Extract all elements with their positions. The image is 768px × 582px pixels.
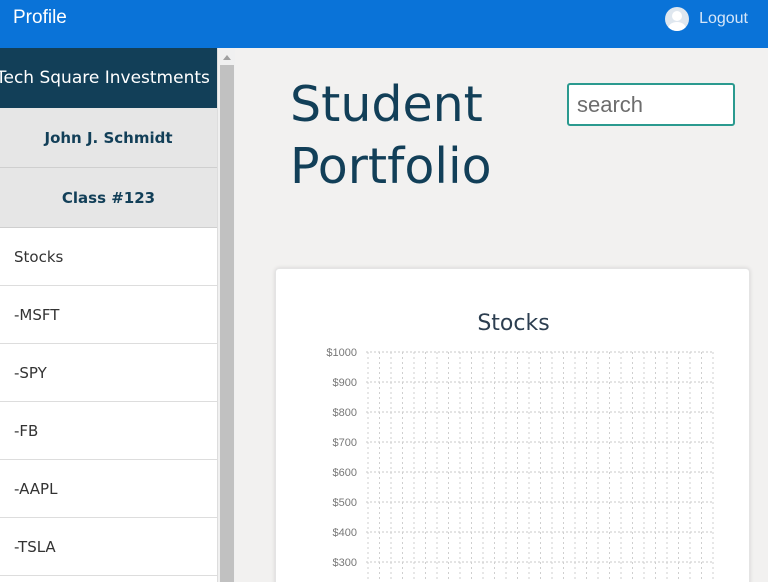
page-title-line2: Portfolio [290, 138, 492, 195]
logout-label: Logout [699, 10, 748, 27]
page-title: Student Portfolio [290, 74, 550, 198]
y-tick-label: $400 [333, 527, 357, 539]
y-tick-label: $700 [333, 437, 357, 449]
stocks-chart-card: Stocks $1000 $900 $800 $700 $600 $500 $400 $300 [275, 268, 750, 582]
scrollbar-thumb[interactable] [220, 65, 234, 582]
sidebar-item-tsla[interactable]: -TSLA [0, 518, 217, 576]
page-title-line1: Student [290, 76, 483, 133]
top-nav-bar: Profile Logout [0, 0, 768, 48]
sidebar-org-header: Tech Square Investments [0, 48, 217, 108]
y-tick-label: $500 [333, 497, 357, 509]
profile-brand[interactable]: Profile [13, 7, 67, 29]
stocks-chart: $1000 $900 $800 $700 $600 $500 $400 $300 [326, 347, 714, 582]
y-tick-label: $600 [333, 467, 357, 479]
y-tick-label: $300 [333, 557, 357, 569]
sidebar-student-name: John J. Schmidt [0, 108, 217, 168]
y-tick-label: $900 [333, 377, 357, 389]
sidebar-item-aapl[interactable]: -AAPL [0, 460, 217, 518]
y-tick-label: $1000 [326, 347, 357, 359]
sidebar-item-fb[interactable]: -FB [0, 402, 217, 460]
logout-button[interactable]: Logout [665, 6, 748, 32]
sidebar-item-msft[interactable]: -MSFT [0, 286, 217, 344]
sidebar-item-spy[interactable]: -SPY [0, 344, 217, 402]
y-tick-label: $800 [333, 407, 357, 419]
sidebar: Tech Square Investments John J. Schmidt … [0, 48, 217, 582]
sidebar-item-stocks[interactable]: Stocks [0, 228, 217, 286]
sidebar-class: Class #123 [0, 168, 217, 228]
scroll-up-arrow-icon[interactable] [223, 55, 231, 60]
user-avatar-icon [665, 7, 690, 31]
sidebar-scrollbar[interactable] [217, 48, 235, 582]
search-input[interactable] [567, 83, 735, 126]
